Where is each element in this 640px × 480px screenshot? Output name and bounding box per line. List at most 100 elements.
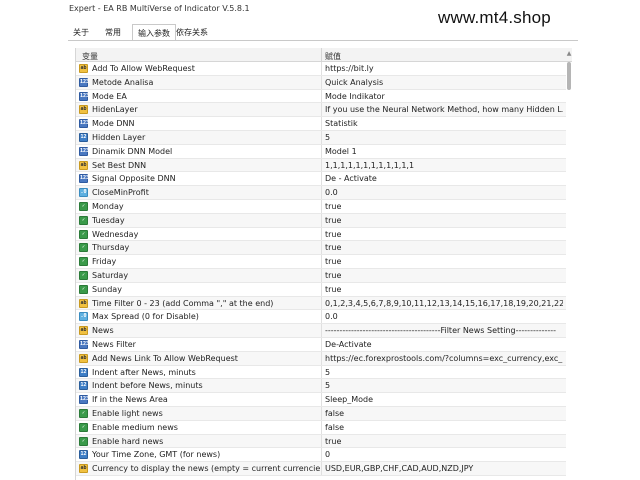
tab-inputs[interactable]: 输入参数 — [132, 24, 176, 41]
parameter-row[interactable]: 123 Metode Analisa Quick Analysis — [76, 75, 572, 90]
parameter-value[interactable]: 0.0 — [325, 312, 563, 321]
parameter-value[interactable]: true — [325, 230, 563, 239]
column-divider — [321, 213, 322, 227]
parameter-row[interactable]: ab Time Filter 0 - 23 (add Comma "," at t… — [76, 296, 572, 311]
parameter-value[interactable]: If you use the Neural Network Method, ho… — [325, 105, 563, 114]
boolean-type-icon: ✓ — [79, 436, 88, 446]
parameter-name: Saturday — [92, 270, 129, 280]
tab-dependencies[interactable]: 依存关系 — [171, 24, 213, 41]
parameter-value[interactable]: true — [325, 202, 563, 211]
parameter-row[interactable]: 123 News Filter De-Activate — [76, 337, 572, 352]
parameter-name: Dinamik DNN Model — [92, 146, 173, 156]
parameter-name: Sunday — [92, 284, 122, 294]
parameter-row[interactable]: 12 Indent after News, minuts 5 — [76, 365, 572, 380]
parameter-value[interactable]: ----------------------------------------… — [325, 326, 563, 335]
parameter-value[interactable]: Mode Indikator — [325, 92, 563, 101]
parameter-value[interactable]: De-Activate — [325, 340, 563, 349]
parameter-value[interactable]: 5 — [325, 368, 563, 377]
parameter-name: Set Best DNN — [92, 160, 147, 170]
parameter-value[interactable]: false — [325, 409, 563, 418]
parameter-row[interactable]: 123 Dinamik DNN Model Model 1 — [76, 144, 572, 159]
parameter-row[interactable]: ✓ Enable light news false — [76, 406, 572, 421]
column-divider — [321, 406, 322, 420]
parameter-value[interactable]: https://ec.forexprostools.com/?columns=e… — [325, 354, 563, 363]
parameter-row[interactable]: ab HidenLayer If you use the Neural Networ… — [76, 103, 572, 118]
parameter-row[interactable]: 123 Mode EA Mode Indikator — [76, 89, 572, 104]
string-type-icon: ab — [79, 64, 88, 73]
parameter-row[interactable]: ✓ Friday true — [76, 255, 572, 269]
scrollbar-thumb[interactable] — [567, 62, 571, 90]
enum-type-icon: 123 — [79, 339, 90, 349]
parameter-name: Wednesday — [92, 229, 139, 239]
parameter-row[interactable]: .0 CloseMinProfit 0.0 — [76, 186, 572, 200]
parameter-name: Enable light news — [92, 408, 163, 418]
parameter-value[interactable]: true — [325, 243, 563, 252]
parameter-row[interactable]: ✓ Monday true — [76, 199, 572, 214]
parameter-row[interactable]: ✓ Wednesday true — [76, 227, 572, 242]
parameter-value[interactable]: true — [325, 271, 563, 280]
parameter-name: Friday — [92, 257, 117, 267]
parameter-value[interactable]: USD,EUR,GBP,CHF,CAD,AUD,NZD,JPY — [325, 464, 563, 473]
parameter-value[interactable]: true — [325, 285, 563, 294]
parameter-value[interactable]: true — [325, 437, 563, 446]
parameter-row[interactable]: ab Add To Allow WebRequest https://bit.ly — [76, 62, 572, 76]
parameter-value[interactable]: Quick Analysis — [325, 78, 563, 87]
parameter-value[interactable]: https://bit.ly — [325, 64, 563, 73]
parameter-value[interactable]: true — [325, 216, 563, 225]
parameter-name: Indent after News, minuts — [92, 367, 196, 377]
column-header-value[interactable]: 赋值 — [325, 51, 341, 62]
parameter-name: Add To Allow WebRequest — [92, 64, 195, 73]
parameter-value[interactable]: 5 — [325, 381, 563, 390]
parameter-row[interactable]: 12 Hidden Layer 5 — [76, 130, 572, 145]
tab-common[interactable]: 常用 — [100, 24, 126, 41]
parameter-value[interactable]: 0,1,2,3,4,5,6,7,8,9,10,11,12,13,14,15,16… — [325, 299, 563, 308]
parameter-row[interactable]: 12 Indent before News, minuts 5 — [76, 379, 572, 394]
parameter-row[interactable]: ab Add News Link To Allow WebRequest https… — [76, 351, 572, 366]
parameter-row[interactable]: 123 Signal Opposite DNN De - Activate — [76, 172, 572, 187]
parameter-row[interactable]: ✓ Saturday true — [76, 268, 572, 283]
parameter-row[interactable]: 12 Your Time Zone, GMT (for news) 0 — [76, 448, 572, 463]
parameter-row[interactable]: ab Set Best DNN 1,1,1,1,1,1,1,1,1,1,1,1 — [76, 158, 572, 173]
integer-type-icon: 12 — [79, 367, 88, 377]
vertical-scrollbar[interactable] — [566, 62, 572, 480]
column-divider — [321, 255, 322, 268]
parameter-value[interactable]: Model 1 — [325, 147, 563, 156]
parameter-row[interactable]: ✓ Enable hard news true — [76, 434, 572, 449]
parameter-row[interactable]: ✓ Enable medium news false — [76, 420, 572, 435]
parameter-row[interactable]: ✓ Thursday true — [76, 241, 572, 256]
parameter-value[interactable]: 0 — [325, 450, 563, 459]
parameter-row[interactable]: ab News ----------------------------------… — [76, 324, 572, 338]
column-divider — [321, 199, 322, 213]
parameter-row[interactable]: .0 Max Spread (0 for Disable) 0.0 — [76, 310, 572, 325]
parameter-row[interactable]: 123 If in the News Area Sleep_Mode — [76, 393, 572, 407]
parameter-row[interactable]: 123 Mode DNN Statistik — [76, 117, 572, 131]
parameter-value[interactable]: Sleep_Mode — [325, 395, 563, 404]
parameter-name: If in the News Area — [92, 395, 168, 405]
column-divider — [321, 227, 322, 241]
scroll-up-arrow-icon[interactable]: ▲ — [566, 50, 572, 60]
parameter-name: Enable medium news — [92, 422, 178, 432]
parameter-value[interactable]: 1,1,1,1,1,1,1,1,1,1,1,1 — [325, 161, 563, 170]
parameter-value[interactable]: 5 — [325, 133, 563, 142]
string-type-icon: ab — [79, 298, 88, 308]
parameter-name: Indent before News, minuts — [92, 381, 203, 391]
parameter-value[interactable]: false — [325, 423, 563, 432]
column-divider — [321, 241, 322, 255]
tab-about[interactable]: 关于 — [68, 24, 94, 41]
column-separator[interactable] — [321, 48, 322, 62]
parameter-name: Currency to display the news (empty = cu… — [92, 464, 320, 474]
column-header-variable[interactable]: 变量 — [82, 51, 98, 62]
enum-type-icon: 123 — [79, 77, 90, 87]
column-divider — [321, 158, 322, 172]
parameter-value[interactable]: De - Activate — [325, 174, 563, 183]
parameter-row[interactable]: ✓ Tuesday true — [76, 213, 572, 228]
parameter-value[interactable]: true — [325, 257, 563, 266]
parameter-name: Time Filter 0 - 23 (add Comma "," at the… — [92, 298, 274, 308]
boolean-type-icon: ✓ — [79, 270, 88, 280]
parameter-row[interactable]: ab Currency to display the news (empty = … — [76, 462, 572, 476]
parameter-name: Monday — [92, 201, 124, 211]
parameter-row[interactable]: ✓ Sunday true — [76, 282, 572, 297]
column-divider — [321, 296, 322, 310]
parameter-value[interactable]: 0.0 — [325, 188, 563, 197]
parameter-value[interactable]: Statistik — [325, 119, 563, 128]
